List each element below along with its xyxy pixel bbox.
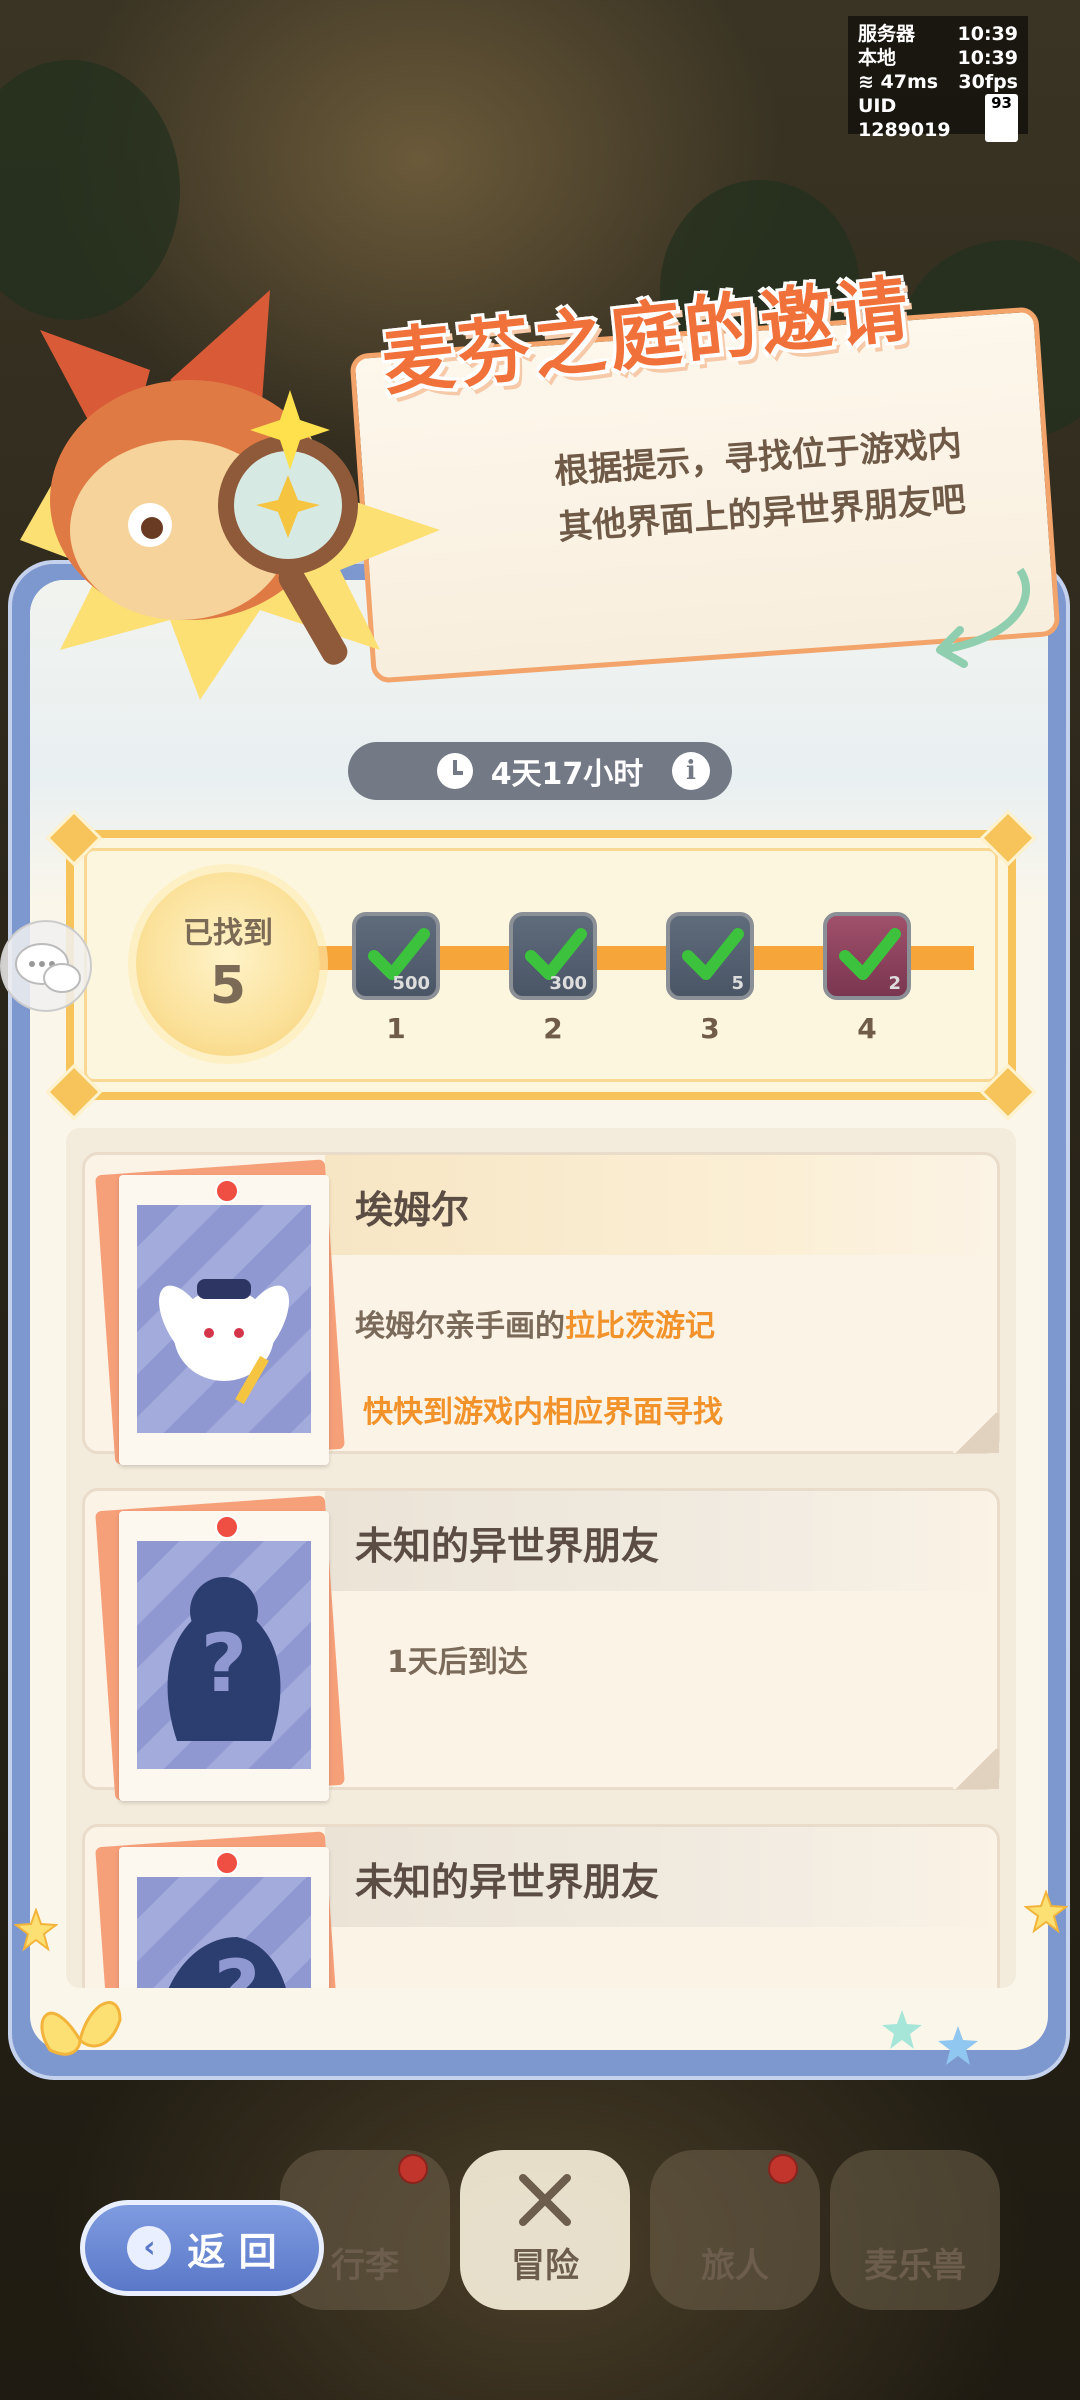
friend-action-hint[interactable]: 快快到游戏内相应界面寻找: [363, 1387, 723, 1431]
fox-detective-mascot: [20, 290, 440, 700]
pin-icon: [215, 1515, 239, 1539]
ping-value: ≋ 47ms: [858, 70, 938, 94]
reward-item-1[interactable]: 500: [352, 912, 440, 1000]
friend-photo-frame: ?: [119, 1511, 329, 1801]
reward-item-2[interactable]: 300: [509, 912, 597, 1000]
nav-pets[interactable]: 麦乐兽: [830, 2150, 1000, 2310]
star-icon: [938, 2026, 978, 2065]
reward-item-3[interactable]: 5: [666, 912, 754, 1000]
fps-value: 30fps: [958, 71, 1018, 93]
bunny-portrait: [159, 1279, 289, 1405]
page-curl-decoration: [953, 1413, 999, 1453]
battery-icon: 93: [985, 94, 1018, 142]
ping-text: 47ms: [880, 71, 939, 93]
svg-text:?: ?: [214, 1943, 260, 1988]
back-button[interactable]: ‹ 返 回: [80, 2200, 324, 2296]
back-arrow-icon: ‹: [127, 2226, 172, 2270]
star-icon: [882, 2010, 922, 2049]
wifi-icon: ≋: [858, 71, 874, 93]
friend-photo: [137, 1205, 311, 1433]
pin-icon: [215, 1179, 239, 1203]
chat-button[interactable]: [0, 920, 92, 1012]
found-counter: 已找到 5: [136, 872, 320, 1056]
nav-travelers[interactable]: 旅人: [650, 2150, 820, 2310]
svg-text:?: ?: [201, 1617, 247, 1710]
server-time: 10:39: [957, 23, 1018, 45]
reward-qty: 500: [392, 973, 430, 994]
friend-arrival-eta: 1天后到达: [387, 1645, 528, 1680]
friend-card[interactable]: ? 未知的异世界朋友 1天后到达: [82, 1488, 1000, 1801]
reward-qty: 2: [888, 973, 901, 994]
clock-icon: [436, 753, 473, 789]
nav-label: 旅人: [701, 2246, 769, 2286]
notification-dot: [398, 2154, 428, 2184]
unknown-silhouette-icon: ?: [168, 1937, 286, 1988]
friend-description: 埃姆尔亲手画的拉比茨游记: [355, 1301, 715, 1345]
nav-label: 麦乐兽: [864, 2246, 966, 2286]
page-curl-decoration: [953, 1749, 999, 1789]
found-label: 已找到: [183, 916, 273, 951]
progress-card: 已找到 5 500 1 300 2 5 3 2 4: [45, 809, 1037, 1121]
back-label: 返 回: [187, 2229, 277, 2274]
friend-name: 埃姆尔: [355, 1188, 470, 1232]
friend-photo: ?: [137, 1877, 311, 1988]
timer-text: 4天17小时: [490, 757, 644, 792]
friend-card[interactable]: ? 未知的异世界朋友: [82, 1824, 1000, 1988]
debug-status-overlay: 服务器 10:39 本地 10:39 ≋ 47ms 30fps UID 1289019…: [848, 16, 1028, 142]
friend-card[interactable]: 埃姆尔 埃姆尔亲手画的拉比茨游记 快快到游戏内相应界面寻找: [82, 1152, 1000, 1465]
friend-name: 未知的异世界朋友: [355, 1860, 660, 1904]
found-count: 5: [209, 956, 247, 1016]
pin-icon: [215, 1851, 239, 1875]
friend-desc-highlight: 拉比茨游记: [565, 1309, 715, 1344]
nav-adventure[interactable]: 冒险: [460, 2150, 630, 2310]
event-timer: 4天17小时 i: [348, 742, 732, 800]
reward-step-label: 3: [700, 1012, 720, 1045]
nav-label: 冒险: [511, 2246, 579, 2286]
unknown-silhouette-icon: ?: [167, 1577, 281, 1741]
star-icon: [14, 1908, 58, 1952]
curved-arrow-icon: [936, 567, 1030, 668]
reward-step-label: 1: [386, 1012, 406, 1045]
reward-qty: 300: [549, 973, 587, 994]
notification-dot: [768, 2154, 798, 2184]
chat-bubble-icon: [15, 943, 81, 993]
uid-text: UID 1289019: [858, 95, 951, 141]
star-icon: [1024, 1890, 1068, 1934]
friend-photo-frame: [119, 1175, 329, 1465]
reward-step-label: 2: [543, 1012, 563, 1045]
server-label: 服务器: [858, 23, 916, 45]
local-label: 本地: [858, 47, 897, 69]
butterfly-icon: [40, 2001, 122, 2056]
crossed-swords-icon: [519, 2174, 571, 2226]
friend-name: 未知的异世界朋友: [355, 1524, 660, 1568]
friend-desc-prefix: 埃姆尔亲手画的: [355, 1309, 565, 1344]
reward-step-label: 4: [857, 1012, 877, 1045]
reward-qty: 5: [731, 973, 744, 994]
info-icon[interactable]: i: [672, 752, 710, 790]
friend-list: 埃姆尔 埃姆尔亲手画的拉比茨游记 快快到游戏内相应界面寻找 ? 未知的异世界朋友…: [66, 1128, 1016, 1988]
friend-photo: ?: [137, 1541, 311, 1769]
reward-item-4[interactable]: 2: [823, 912, 911, 1000]
friend-photo-frame: ?: [119, 1847, 329, 1988]
local-time: 10:39: [957, 47, 1018, 69]
